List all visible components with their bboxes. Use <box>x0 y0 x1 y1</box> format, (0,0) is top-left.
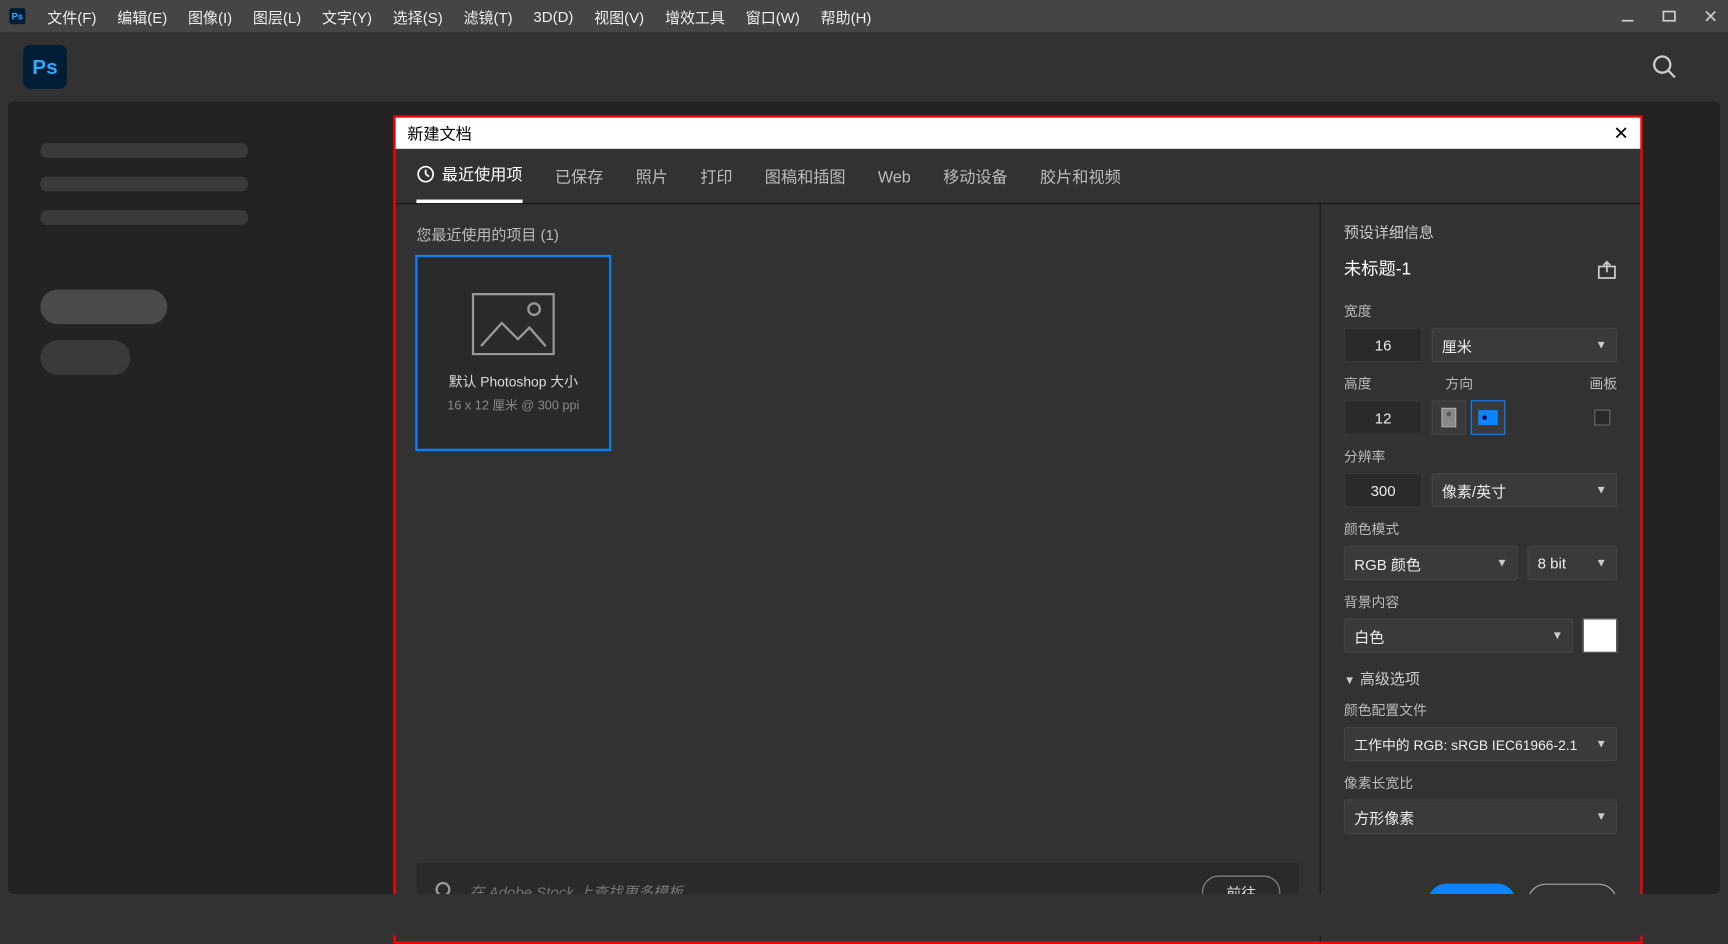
menu-window[interactable]: 窗口(W) <box>735 5 810 27</box>
chevron-down-icon: ▼ <box>1496 557 1507 570</box>
tab-saved[interactable]: 已保存 <box>555 149 603 203</box>
width-label: 宽度 <box>1344 301 1617 321</box>
chevron-down-icon: ▼ <box>1595 339 1606 352</box>
image-placeholder-icon <box>472 292 555 354</box>
menu-layer[interactable]: 图层(L) <box>243 5 312 27</box>
window-minimize-icon[interactable] <box>1620 8 1636 24</box>
preset-details-panel: 预设详细信息 未标题-1 宽度 厘米▼ 高度 方向 画板 <box>1320 204 1641 941</box>
orientation-label: 方向 <box>1445 374 1473 394</box>
width-unit-select[interactable]: 厘米▼ <box>1432 328 1618 363</box>
height-input[interactable] <box>1344 400 1422 435</box>
save-preset-icon[interactable] <box>1596 258 1617 279</box>
dialog-titlebar: 新建文档 ✕ <box>396 118 1641 149</box>
preset-subtitle: 16 x 12 厘米 @ 300 ppi <box>447 395 579 413</box>
color-mode-label: 颜色模式 <box>1344 519 1617 539</box>
app-header: Ps <box>0 32 1728 101</box>
background-label: 背景内容 <box>1344 592 1617 612</box>
pixel-aspect-label: 像素长宽比 <box>1344 773 1617 793</box>
ps-mini-icon: Ps <box>9 8 25 24</box>
dialog-close-icon[interactable]: ✕ <box>1613 122 1628 145</box>
background-color-swatch[interactable] <box>1583 618 1618 653</box>
search-icon[interactable] <box>1652 54 1677 79</box>
menu-filter[interactable]: 滤镜(T) <box>453 5 523 27</box>
recent-items-label: 您最近使用的项目 (1) <box>396 204 1320 256</box>
artboard-label: 画板 <box>1590 374 1618 394</box>
menu-image[interactable]: 图像(I) <box>178 5 243 27</box>
menu-select[interactable]: 选择(S) <box>382 5 453 27</box>
orientation-landscape-button[interactable] <box>1471 400 1506 435</box>
advanced-options-toggle[interactable]: ▼高级选项 <box>1344 667 1617 689</box>
dialog-tabs: 最近使用项 已保存 照片 打印 图稿和插图 Web 移动设备 胶片和视频 <box>396 149 1641 204</box>
tab-film[interactable]: 胶片和视频 <box>1040 149 1121 203</box>
menu-view[interactable]: 视图(V) <box>584 5 655 27</box>
orientation-portrait-button[interactable] <box>1432 400 1467 435</box>
new-document-dialog: 新建文档 ✕ 最近使用项 已保存 照片 打印 图稿和插图 Web 移动设备 胶片… <box>393 115 1642 943</box>
tab-photo[interactable]: 照片 <box>636 149 668 203</box>
color-mode-select[interactable]: RGB 颜色▼ <box>1344 546 1518 581</box>
resolution-unit-select[interactable]: 像素/英寸▼ <box>1432 473 1618 508</box>
preset-name: 默认 Photoshop 大小 <box>449 371 578 391</box>
clock-icon <box>416 165 434 183</box>
document-name-field[interactable]: 未标题-1 <box>1344 256 1411 280</box>
window-maximize-icon[interactable] <box>1661 8 1677 24</box>
menu-plugins[interactable]: 增效工具 <box>655 5 736 27</box>
ps-logo-icon: Ps <box>23 45 67 89</box>
menubar: Ps 文件(F) 编辑(E) 图像(I) 图层(L) 文字(Y) 选择(S) 滤… <box>0 0 1728 32</box>
bottom-taskbar <box>0 894 1728 936</box>
tab-recent[interactable]: 最近使用项 <box>416 149 522 203</box>
chevron-down-icon: ▼ <box>1552 629 1563 642</box>
tab-art[interactable]: 图稿和插图 <box>765 149 846 203</box>
chevron-down-icon: ▼ <box>1344 675 1355 688</box>
dialog-title: 新建文档 <box>407 122 472 145</box>
bit-depth-select[interactable]: 8 bit▼ <box>1527 546 1617 581</box>
tab-web[interactable]: Web <box>878 149 911 203</box>
chevron-down-icon: ▼ <box>1595 557 1606 570</box>
dialog-left-area: 您最近使用的项目 (1) 默认 Photoshop 大小 16 x 12 厘米 … <box>396 204 1320 941</box>
height-label: 高度 <box>1344 374 1422 394</box>
preset-details-heading: 预设详细信息 <box>1344 220 1617 242</box>
menu-help[interactable]: 帮助(H) <box>810 5 882 27</box>
menu-file[interactable]: 文件(F) <box>37 5 107 27</box>
artboard-checkbox[interactable] <box>1594 410 1610 426</box>
chevron-down-icon: ▼ <box>1595 810 1606 823</box>
window-close-icon[interactable] <box>1703 8 1719 24</box>
color-profile-select[interactable]: 工作中的 RGB: sRGB IEC61966-2.1▼ <box>1344 727 1617 762</box>
chevron-down-icon: ▼ <box>1595 484 1606 497</box>
tab-print[interactable]: 打印 <box>700 149 732 203</box>
tab-mobile[interactable]: 移动设备 <box>943 149 1008 203</box>
menu-type[interactable]: 文字(Y) <box>312 5 383 27</box>
pixel-aspect-select[interactable]: 方形像素▼ <box>1344 799 1617 834</box>
resolution-label: 分辨率 <box>1344 446 1617 466</box>
width-input[interactable] <box>1344 328 1422 363</box>
background-select[interactable]: 白色▼ <box>1344 618 1574 653</box>
resolution-input[interactable] <box>1344 473 1422 508</box>
menu-edit[interactable]: 编辑(E) <box>107 5 178 27</box>
preset-card-default[interactable]: 默认 Photoshop 大小 16 x 12 厘米 @ 300 ppi <box>416 256 610 450</box>
menu-3d[interactable]: 3D(D) <box>523 7 584 24</box>
chevron-down-icon: ▼ <box>1595 738 1606 751</box>
color-profile-label: 颜色配置文件 <box>1344 700 1617 720</box>
sidebar-placeholder <box>40 143 271 391</box>
